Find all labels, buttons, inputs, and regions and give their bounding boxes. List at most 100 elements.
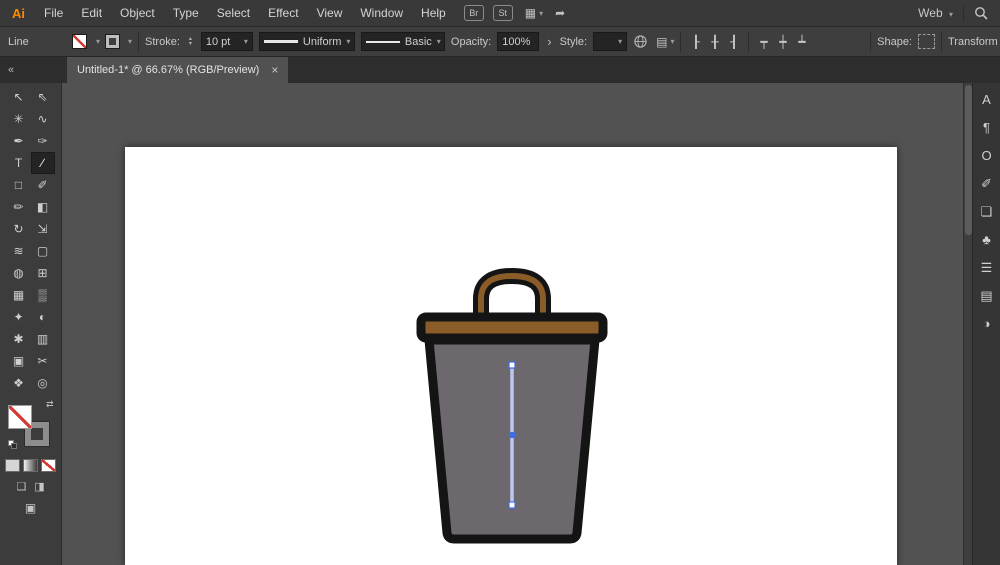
tool-grid: ↖⇖✳∿✒✑T∕□✐✏◧↻⇲≋▢◍⊞▦▒✦◐✱▥▣✂❖◎ bbox=[0, 83, 61, 394]
chevron-down-icon[interactable]: ▾ bbox=[128, 37, 132, 46]
gradient-panel-icon[interactable]: ◑ bbox=[976, 314, 998, 333]
draw-behind-icon[interactable]: ◨ bbox=[34, 480, 44, 493]
transform-link[interactable]: Transform bbox=[948, 36, 1000, 48]
menu-effect[interactable]: Effect bbox=[259, 0, 307, 27]
line-segment-tool[interactable]: ∕ bbox=[31, 152, 55, 174]
brushes-panel-icon[interactable]: ✐ bbox=[976, 174, 998, 193]
appearance-panel-icon[interactable]: ☰ bbox=[976, 258, 998, 277]
menu-select[interactable]: Select bbox=[208, 0, 259, 27]
document-tab[interactable]: Untitled-1* @ 66.67% (RGB/Preview) × bbox=[67, 57, 288, 83]
anchor-point-middle[interactable] bbox=[509, 432, 515, 438]
direct-selection-tool[interactable]: ⇖ bbox=[31, 86, 55, 108]
menu-window[interactable]: Window bbox=[351, 0, 412, 27]
artboard[interactable] bbox=[125, 147, 897, 565]
horizontal-align-center-icon[interactable]: ╂ bbox=[706, 33, 723, 51]
vertical-align-top-icon[interactable]: ┯ bbox=[755, 33, 772, 51]
type-tool[interactable]: T bbox=[7, 152, 31, 174]
eyedropper-tool[interactable]: ✦ bbox=[7, 306, 31, 328]
workspace-switcher[interactable]: Web ▾ bbox=[918, 6, 953, 20]
stock-button[interactable]: St bbox=[493, 5, 513, 21]
paintbrush-tool[interactable]: ✐ bbox=[31, 174, 55, 196]
toolbar-collapse-chevron[interactable]: « bbox=[0, 57, 62, 83]
brush-definition-dropdown[interactable]: Basic ▾ bbox=[361, 32, 445, 51]
curvature-tool[interactable]: ✑ bbox=[31, 130, 55, 152]
graphic-styles-panel-icon[interactable]: ❏ bbox=[976, 202, 998, 221]
gradient-tool[interactable]: ▒ bbox=[31, 284, 55, 306]
slice-tool[interactable]: ✂ bbox=[31, 350, 55, 372]
document-setup-button[interactable]: ▤ ▾ bbox=[656, 35, 674, 49]
menu-type[interactable]: Type bbox=[164, 0, 208, 27]
vertical-align-center-icon[interactable]: ┿ bbox=[774, 33, 791, 51]
horizontal-align-right-icon[interactable]: ┨ bbox=[725, 33, 742, 51]
arrange-documents-icon: ▦ bbox=[525, 6, 536, 20]
mesh-tool[interactable]: ▦ bbox=[7, 284, 31, 306]
opentype-panel-icon[interactable]: O bbox=[976, 146, 998, 165]
perspective-grid-tool[interactable]: ⊞ bbox=[31, 262, 55, 284]
pen-tool[interactable]: ✒ bbox=[7, 130, 31, 152]
shape-builder-tool[interactable]: ◍ bbox=[7, 262, 31, 284]
stroke-color-swatch[interactable] bbox=[106, 35, 119, 48]
menu-view[interactable]: View bbox=[308, 0, 352, 27]
zoom-tool[interactable]: ◎ bbox=[31, 372, 55, 394]
menu-help[interactable]: Help bbox=[412, 0, 455, 27]
menu-file[interactable]: File bbox=[35, 0, 72, 27]
hand-tool[interactable]: ❖ bbox=[7, 372, 31, 394]
canvas-workspace[interactable] bbox=[62, 83, 963, 565]
rotate-tool[interactable]: ↻ bbox=[7, 218, 31, 240]
chevron-down-icon[interactable]: ▾ bbox=[96, 37, 100, 46]
shape-widget-icon[interactable] bbox=[918, 34, 935, 49]
close-icon[interactable]: × bbox=[271, 63, 278, 77]
trash-lid[interactable] bbox=[421, 317, 603, 338]
share-button[interactable]: ➦ bbox=[555, 6, 565, 20]
selection-tool[interactable]: ↖ bbox=[7, 86, 31, 108]
change-screen-mode-icon[interactable]: ▣ bbox=[0, 501, 61, 515]
graphic-style-dropdown[interactable]: ▾ bbox=[593, 32, 627, 51]
character-panel-icon[interactable]: A bbox=[976, 90, 998, 109]
globe-icon[interactable] bbox=[633, 34, 648, 49]
anchor-point-top[interactable] bbox=[509, 362, 515, 368]
none-button[interactable] bbox=[41, 459, 56, 472]
layers-panel-icon[interactable]: ▤ bbox=[976, 286, 998, 305]
color-button[interactable] bbox=[5, 459, 20, 472]
scale-tool[interactable]: ⇲ bbox=[31, 218, 55, 240]
symbol-sprayer-tool[interactable]: ✱ bbox=[7, 328, 31, 350]
fill-color-swatch[interactable] bbox=[72, 34, 87, 49]
free-transform-tool[interactable]: ▢ bbox=[31, 240, 55, 262]
eraser-tool[interactable]: ◧ bbox=[31, 196, 55, 218]
menu-items: FileEditObjectTypeSelectEffectViewWindow… bbox=[35, 0, 455, 27]
column-graph-tool[interactable]: ▥ bbox=[31, 328, 55, 350]
menu-edit[interactable]: Edit bbox=[72, 0, 111, 27]
width-tool[interactable]: ≋ bbox=[7, 240, 31, 262]
opacity-value: 100% bbox=[502, 36, 530, 48]
app-logo[interactable]: Ai bbox=[0, 6, 35, 21]
default-fill-stroke-icon[interactable] bbox=[8, 440, 18, 450]
menu-object[interactable]: Object bbox=[111, 0, 164, 27]
rectangle-tool[interactable]: □ bbox=[7, 174, 31, 196]
width-profile-dropdown[interactable]: Uniform ▾ bbox=[259, 32, 355, 51]
gradient-button[interactable] bbox=[23, 459, 38, 472]
search-icon[interactable] bbox=[974, 6, 988, 20]
blend-tool[interactable]: ◐ bbox=[31, 306, 55, 328]
vertical-scrollbar-thumb[interactable] bbox=[965, 85, 972, 235]
horizontal-align-left-icon[interactable]: ┠ bbox=[687, 33, 704, 51]
paragraph-panel-icon[interactable]: ¶ bbox=[976, 118, 998, 137]
swap-fill-stroke-icon[interactable]: ⇄ bbox=[46, 399, 54, 410]
anchor-point-bottom[interactable] bbox=[509, 502, 515, 508]
draw-normal-icon[interactable]: ❏ bbox=[16, 480, 26, 493]
vertical-align-bottom-icon[interactable]: ┷ bbox=[793, 33, 810, 51]
artboard-tool[interactable]: ▣ bbox=[7, 350, 31, 372]
stroke-weight-dropdown[interactable]: 10 pt ▾ bbox=[201, 32, 253, 51]
vertical-scrollbar[interactable] bbox=[963, 83, 972, 565]
share-icon: ➦ bbox=[555, 6, 565, 20]
bridge-button[interactable]: Br bbox=[464, 5, 484, 21]
align-icons-2: ┯┿┷ bbox=[755, 33, 810, 51]
stroke-weight-stepper[interactable]: ▴▾ bbox=[186, 37, 195, 47]
arrange-documents-button[interactable]: ▦ ▾ bbox=[525, 6, 543, 20]
symbols-panel-icon[interactable]: ♣ bbox=[976, 230, 998, 249]
pencil-tool[interactable]: ✏ bbox=[7, 196, 31, 218]
fill-indicator[interactable] bbox=[8, 405, 32, 429]
magic-wand-tool[interactable]: ✳ bbox=[7, 108, 31, 130]
lasso-tool[interactable]: ∿ bbox=[31, 108, 55, 130]
opacity-flyout-icon[interactable]: › bbox=[545, 34, 553, 49]
opacity-dropdown[interactable]: 100% bbox=[497, 32, 539, 51]
